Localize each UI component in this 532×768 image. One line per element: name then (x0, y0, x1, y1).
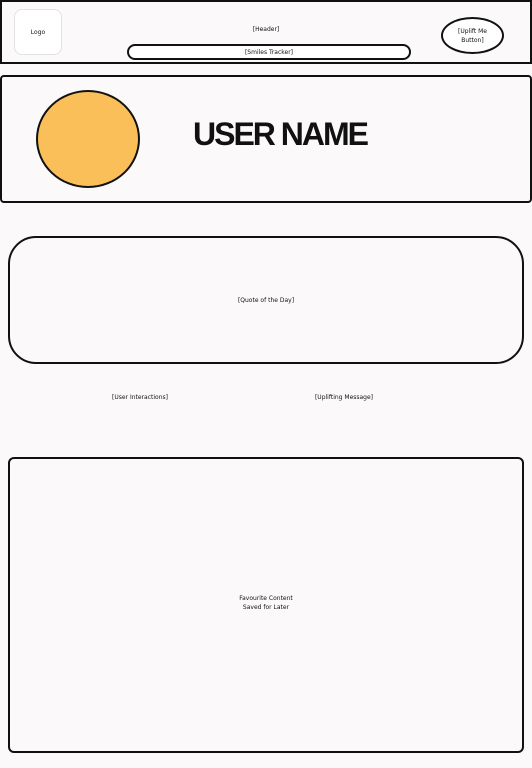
avatar[interactable] (36, 90, 140, 188)
quote-of-the-day-label: [Quote of the Day] (237, 296, 295, 304)
header-title: [Header] (252, 26, 280, 33)
favourite-content-line-1: Favourite Content (239, 595, 293, 602)
favourite-content-line-2: Saved for Later (242, 604, 290, 611)
user-name: USER NAME (192, 116, 369, 152)
uplifting-message-label: [Uplifting Message] (314, 394, 374, 401)
logo-label: Logo (30, 28, 46, 36)
quote-of-the-day-card: [Quote of the Day] (8, 236, 524, 364)
uplift-me-button-label: [Uplift Me Button] (457, 27, 487, 44)
logo[interactable]: Logo (14, 9, 62, 55)
smiles-tracker-label: [Smiles Tracker] (244, 48, 294, 56)
user-interactions-label: [User Interactions] (112, 394, 168, 401)
favourite-content-text: Favourite Content Saved for Later (8, 594, 524, 618)
uplift-me-button[interactable]: [Uplift Me Button] (441, 17, 504, 54)
smiles-tracker[interactable]: [Smiles Tracker] (127, 44, 411, 60)
